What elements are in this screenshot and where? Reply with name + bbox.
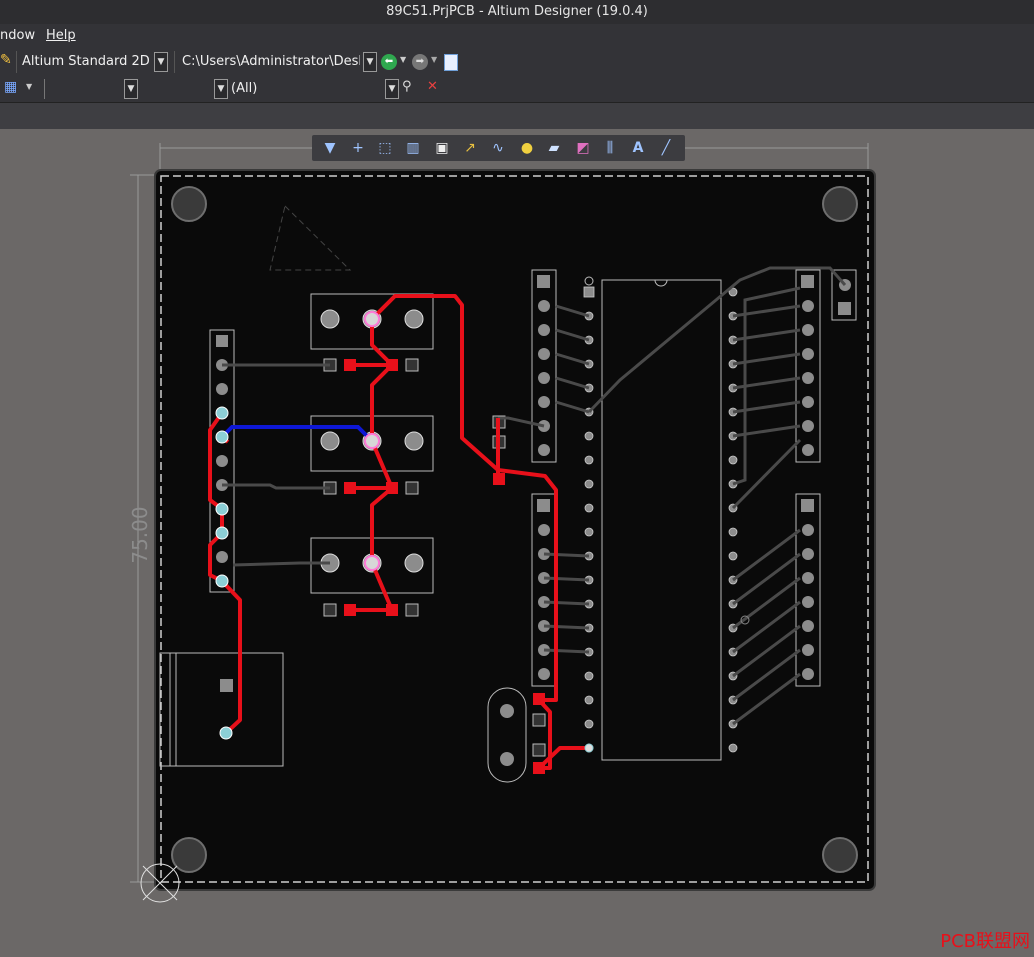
- board-keepout-outline: [160, 175, 869, 883]
- pcb-board[interactable]: [154, 169, 876, 891]
- chart-icon[interactable]: ▥: [403, 139, 423, 157]
- through-hole-pads-connected: [215, 406, 233, 740]
- smd-pads: [323, 358, 546, 757]
- document-path[interactable]: C:\Users\Administrator\Deskto: [182, 54, 360, 69]
- via-icon[interactable]: ●: [517, 139, 537, 157]
- diff-pair-icon[interactable]: ∿: [488, 139, 508, 157]
- place-icon[interactable]: +: [348, 139, 368, 157]
- main-toolbar: ✎ Altium Standard 2D ▼ C:\Users\Administ…: [0, 48, 1034, 76]
- crystal-pad[interactable]: [500, 704, 514, 718]
- path-dropdown[interactable]: ▼: [363, 52, 377, 72]
- menu-item-window[interactable]: ndow: [0, 28, 35, 43]
- bottom-layer-track[interactable]: [220, 425, 374, 443]
- via[interactable]: [740, 615, 750, 625]
- toolbar-separator: [174, 51, 175, 73]
- view-mode-value[interactable]: Altium Standard 2D: [22, 54, 150, 69]
- active-pad[interactable]: [364, 433, 380, 449]
- origin-marker: [140, 863, 180, 903]
- dimension-lines: [130, 143, 869, 883]
- grid-icon[interactable]: ▦: [4, 79, 17, 95]
- interactive-route-icon[interactable]: ↗: [460, 139, 480, 157]
- header-pads: [537, 275, 851, 680]
- mounting-holes: [171, 186, 858, 873]
- region-icon[interactable]: ◩: [573, 139, 593, 157]
- document-tab-strip: [0, 103, 1034, 129]
- active-pad[interactable]: [364, 555, 380, 571]
- mcu-pads: [583, 286, 738, 753]
- jack-pad[interactable]: [220, 679, 233, 692]
- toolbar-separator: [44, 79, 45, 99]
- filter-dropdown-3[interactable]: ▼: [385, 79, 399, 99]
- filter-toolbar: ▦ ▼ ▼ ▼ (All) ▼ ⚲ ✕: [0, 76, 1034, 103]
- filter-dropdown-1[interactable]: ▼: [124, 79, 138, 99]
- polygon-icon[interactable]: ▰: [544, 139, 564, 157]
- watermark: PCB联盟网: [940, 931, 1030, 952]
- toolbar-separator: [16, 51, 17, 73]
- board-dimension-label: 75.00: [128, 506, 152, 563]
- layer-stack-icon[interactable]: ⫼: [600, 139, 620, 157]
- transistor-pads: [320, 309, 424, 573]
- chevron-down-icon[interactable]: ▼: [400, 55, 406, 64]
- smd-pads-red: [344, 359, 545, 774]
- grey-tracks: [222, 266, 847, 726]
- apply-filter-icon[interactable]: ⚲: [402, 79, 412, 94]
- pcb-active-toolbar: ▼ + ⬚ ▥ ▣ ↗ ∿ ● ▰ ◩ ⫼ A ╱: [312, 135, 685, 161]
- ic-notch: [654, 279, 668, 287]
- text-icon[interactable]: A: [628, 139, 648, 157]
- mcu-pin-40[interactable]: [584, 743, 594, 753]
- document-icon[interactable]: [444, 54, 458, 71]
- active-pad[interactable]: [364, 311, 380, 327]
- component-icon[interactable]: ▣: [432, 139, 452, 157]
- clear-filter-icon[interactable]: ✕: [427, 79, 438, 94]
- pencil-icon[interactable]: ✎: [0, 52, 12, 68]
- pin1-marker: [584, 276, 594, 286]
- chevron-down-icon[interactable]: ▼: [431, 55, 437, 64]
- filter-icon[interactable]: ▼: [320, 139, 340, 157]
- back-icon[interactable]: ⬅: [381, 54, 397, 70]
- filter-value[interactable]: (All): [231, 81, 257, 96]
- silkscreen-triangle: [269, 205, 352, 271]
- chevron-down-icon[interactable]: ▼: [26, 82, 32, 91]
- select-rect-icon[interactable]: ⬚: [375, 139, 395, 157]
- window-title: 89C51.PrjPCB - Altium Designer (19.0.4): [0, 0, 1034, 25]
- forward-icon[interactable]: ➡: [412, 54, 428, 70]
- header-left[interactable]: [209, 329, 235, 593]
- filter-dropdown-2[interactable]: ▼: [214, 79, 228, 99]
- line-icon[interactable]: ╱: [656, 139, 676, 157]
- component-outlines: [159, 269, 857, 783]
- top-layer-tracks: [208, 294, 589, 770]
- menu-bar: ndow Help: [0, 24, 1034, 48]
- crystal-pad[interactable]: [500, 752, 514, 766]
- view-mode-dropdown[interactable]: ▼: [154, 52, 168, 72]
- menu-item-help[interactable]: Help: [46, 28, 76, 43]
